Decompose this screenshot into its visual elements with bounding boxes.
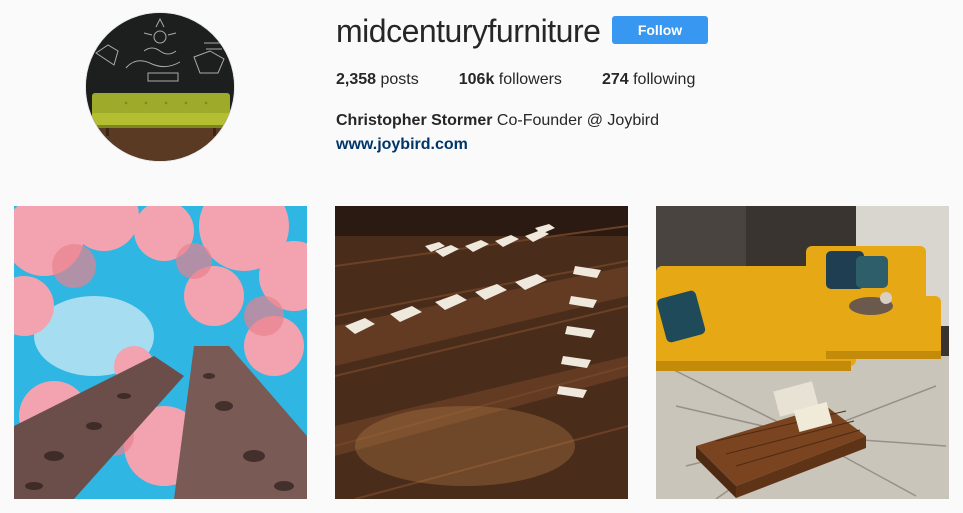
profile-stats: 2,358 posts 106k followers 274 following: [336, 70, 735, 90]
bio-full-name: Christopher Stormer: [336, 112, 493, 129]
profile-page: midcenturyfurniture Follow 2,358 posts 1…: [0, 0, 963, 513]
bio-text: Co-Founder @ Joybird: [496, 112, 660, 129]
wood-floor-image: [335, 206, 628, 499]
yellow-sofa-image: [656, 206, 949, 499]
profile-username: midcenturyfurniture: [336, 13, 601, 49]
profile-bio: Christopher Stormer Co-Founder @ Joybird: [336, 111, 659, 131]
website-link[interactable]: www.joybird.com: [336, 135, 468, 155]
following-stat[interactable]: 274 following: [602, 70, 695, 90]
post-thumbnail-3[interactable]: [656, 206, 949, 499]
following-label: following: [633, 71, 696, 88]
pink-trees-image: [14, 206, 307, 499]
post-thumbnail-1[interactable]: [14, 206, 307, 499]
followers-stat[interactable]: 106k followers: [459, 70, 562, 90]
followers-label: followers: [498, 71, 562, 88]
post-thumbnail-2[interactable]: [335, 206, 628, 499]
posts-count: 2,358: [336, 71, 377, 88]
posts-stat: 2,358 posts: [336, 70, 419, 90]
follow-button[interactable]: Follow: [612, 16, 708, 44]
posts-label: posts: [380, 71, 419, 88]
followers-count: 106k: [458, 71, 495, 88]
following-count: 274: [601, 71, 629, 88]
profile-avatar[interactable]: [85, 12, 235, 162]
